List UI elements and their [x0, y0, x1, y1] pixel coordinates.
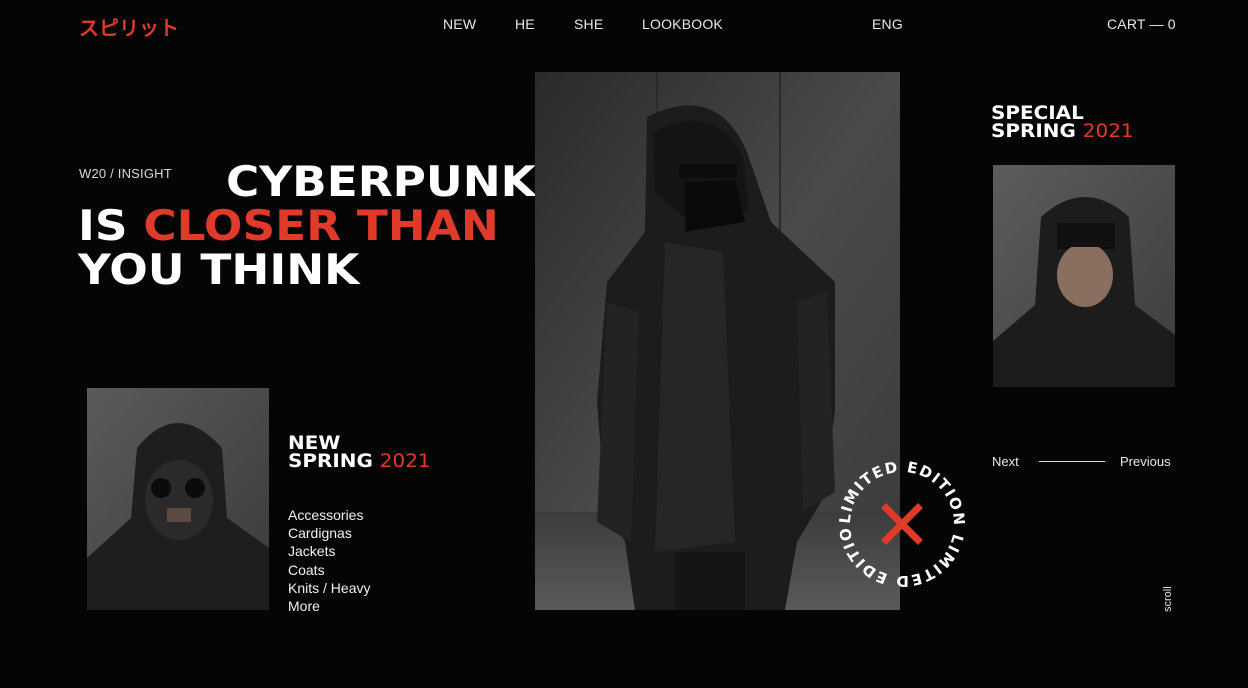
headline-line-1: CYBERPUNK: [226, 157, 536, 206]
headline-line-2-red: CLOSER THAN: [143, 201, 499, 250]
headline-line-3: YOU THINK: [78, 245, 360, 294]
category-link-more[interactable]: More: [288, 597, 370, 615]
new-collection-season: SPRING: [288, 450, 373, 472]
hero-eyebrow: W20 / INSIGHT: [79, 166, 172, 181]
headline-line-2: IS CLOSER THAN: [78, 204, 499, 248]
special-collection-photo: [993, 165, 1175, 387]
special-title-season: SPRING: [991, 120, 1076, 142]
category-link-coats[interactable]: Coats: [288, 561, 370, 579]
category-link-knits-heavy[interactable]: Knits / Heavy: [288, 579, 370, 597]
limited-edition-badge: LIMITED EDITION LIMITED EDITION: [827, 442, 970, 592]
nav-item-she[interactable]: SHE: [574, 16, 603, 32]
new-collection-photo: [87, 388, 269, 610]
new-collection-title-line-2: SPRING 2021: [288, 450, 431, 472]
new-collection-title: NEW SPRING 2021: [288, 434, 431, 472]
special-title: SPECIAL SPRING 2021: [991, 104, 1134, 142]
headline-line-2-white: IS: [78, 201, 128, 250]
nav-item-lookbook[interactable]: LOOKBOOK: [642, 16, 723, 32]
new-collection-year: 2021: [379, 450, 431, 472]
scroll-indicator[interactable]: scroll: [1162, 586, 1174, 612]
category-link-cardignas[interactable]: Cardignas: [288, 524, 370, 542]
previous-button[interactable]: Previous: [1120, 454, 1171, 469]
nav-item-new[interactable]: NEW: [443, 16, 476, 32]
x-mark-icon: [881, 503, 923, 545]
cart-link[interactable]: CART — 0: [1107, 16, 1176, 32]
next-button[interactable]: Next: [992, 454, 1019, 469]
special-title-line-2: SPRING 2021: [991, 120, 1134, 142]
nav-item-he[interactable]: HE: [515, 16, 535, 32]
special-title-year: 2021: [1082, 120, 1134, 142]
brand-logo[interactable]: スピリット: [79, 12, 179, 41]
category-list: Accessories Cardignas Jackets Coats Knit…: [288, 506, 370, 615]
pager-divider: [1039, 461, 1105, 462]
category-link-jackets[interactable]: Jackets: [288, 542, 370, 560]
category-link-accessories[interactable]: Accessories: [288, 506, 370, 524]
language-switch[interactable]: ENG: [872, 16, 903, 32]
